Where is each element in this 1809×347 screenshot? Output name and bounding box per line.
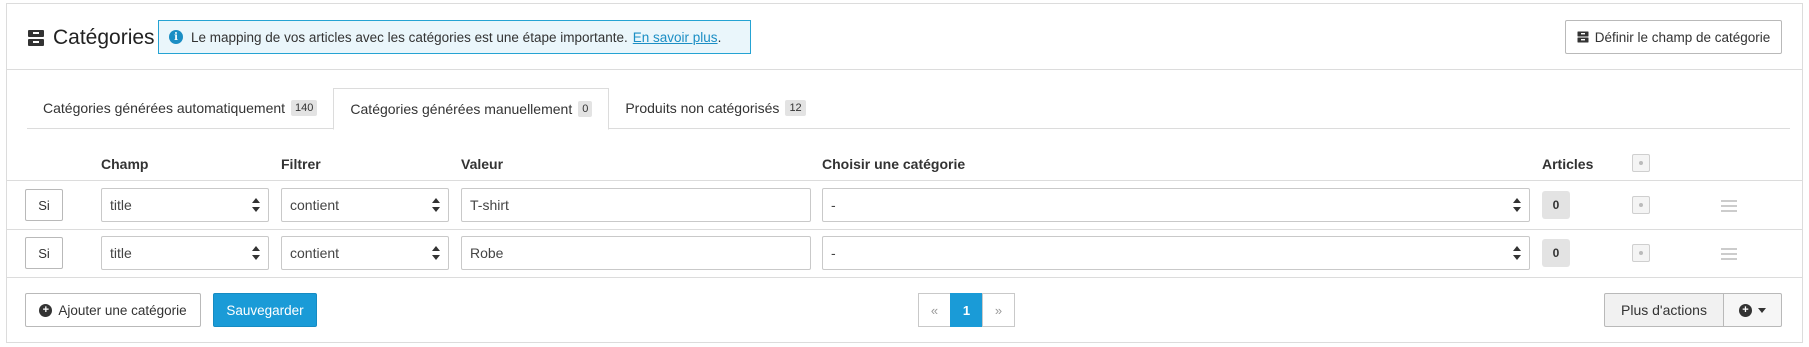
category-select-value: - <box>831 245 836 261</box>
filter-select-value: contient <box>290 245 340 261</box>
tab-manual-categories[interactable]: Catégories générées manuellement 0 <box>333 88 610 130</box>
category-select[interactable]: - <box>822 188 1530 222</box>
page-title-group: Catégories <box>27 26 155 50</box>
tab-label: Catégories générées manuellement <box>350 101 573 117</box>
row-checkbox[interactable] <box>1632 196 1650 214</box>
column-header-categorie: Choisir une catégorie <box>822 156 966 172</box>
more-actions-group: Plus d'actions + <box>1604 293 1782 327</box>
add-dropdown-button[interactable]: + <box>1724 293 1782 327</box>
tab-count-badge: 0 <box>578 101 593 117</box>
drag-handle-icon[interactable] <box>1721 200 1737 212</box>
value-input[interactable]: T-shirt <box>461 188 811 222</box>
articles-count-badge: 0 <box>1542 191 1570 219</box>
condition-button[interactable]: Si <box>25 237 63 269</box>
plus-circle-icon: + <box>1739 303 1752 317</box>
panel-header: Catégories i Le mapping de vos articles … <box>7 4 1802 70</box>
define-category-field-label: Définir le champ de catégorie <box>1594 29 1771 45</box>
value-input[interactable]: Robe <box>461 236 811 270</box>
column-header-articles: Articles <box>1542 156 1594 172</box>
save-button[interactable]: Sauvegarder <box>213 293 317 327</box>
archive-icon <box>1577 31 1589 43</box>
category-select-value: - <box>831 197 836 213</box>
condition-button[interactable]: Si <box>25 189 63 221</box>
add-category-button[interactable]: + Ajouter une catégorie <box>25 293 201 327</box>
pagination-current-page[interactable]: 1 <box>950 293 983 327</box>
tab-auto-categories[interactable]: Catégories générées automatiquement 140 <box>27 88 333 128</box>
select-arrows-icon <box>252 198 260 212</box>
column-header-valeur: Valeur <box>461 156 504 172</box>
pagination: « 1 » <box>918 293 1015 327</box>
field-select[interactable]: title <box>101 236 269 270</box>
table-divider <box>7 277 1802 278</box>
define-category-field-button[interactable]: Définir le champ de catégorie <box>1565 20 1782 54</box>
tab-label: Produits non catégorisés <box>625 100 780 116</box>
info-alert: i Le mapping de vos articles avec les ca… <box>158 20 751 54</box>
more-actions-button[interactable]: Plus d'actions <box>1604 293 1724 327</box>
category-tabs: Catégories générées automatiquement 140 … <box>27 88 1790 130</box>
field-select-value: title <box>110 245 132 261</box>
table-row: Si title contient Robe - 0 <box>7 229 1802 277</box>
select-arrows-icon <box>252 246 260 260</box>
pagination-next[interactable]: » <box>982 293 1015 327</box>
table-row: Si title contient T-shirt - 0 <box>7 181 1802 229</box>
select-arrows-icon <box>1513 246 1521 260</box>
select-all-checkbox[interactable] <box>1632 154 1650 172</box>
filter-select-value: contient <box>290 197 340 213</box>
page-title: Catégories <box>53 26 155 49</box>
info-text: Le mapping de vos articles avec les caté… <box>191 29 628 45</box>
info-suffix: . <box>717 29 722 45</box>
select-arrows-icon <box>432 198 440 212</box>
add-category-label: Ajouter une catégorie <box>58 302 187 318</box>
row-checkbox[interactable] <box>1632 244 1650 262</box>
category-select[interactable]: - <box>822 236 1530 270</box>
drag-handle-icon[interactable] <box>1721 248 1737 260</box>
tab-uncategorized-products[interactable]: Produits non catégorisés 12 <box>609 88 821 128</box>
select-arrows-icon <box>432 246 440 260</box>
caret-down-icon <box>1758 307 1766 313</box>
tab-count-badge: 140 <box>291 100 318 116</box>
learn-more-link[interactable]: En savoir plus <box>633 30 718 45</box>
articles-count-badge: 0 <box>1542 239 1570 267</box>
pagination-prev[interactable]: « <box>918 293 951 327</box>
archive-icon <box>28 30 44 46</box>
categories-panel: Catégories i Le mapping de vos articles … <box>6 3 1803 343</box>
select-arrows-icon <box>1513 198 1521 212</box>
info-icon: i <box>169 30 183 44</box>
column-header-champ: Champ <box>101 156 149 172</box>
field-select-value: title <box>110 197 132 213</box>
field-select[interactable]: title <box>101 188 269 222</box>
filter-select[interactable]: contient <box>281 188 449 222</box>
filter-select[interactable]: contient <box>281 236 449 270</box>
tab-count-badge: 12 <box>785 100 806 116</box>
column-header-filtrer: Filtrer <box>281 156 321 172</box>
tab-label: Catégories générées automatiquement <box>43 100 286 116</box>
plus-circle-icon: + <box>39 303 53 317</box>
